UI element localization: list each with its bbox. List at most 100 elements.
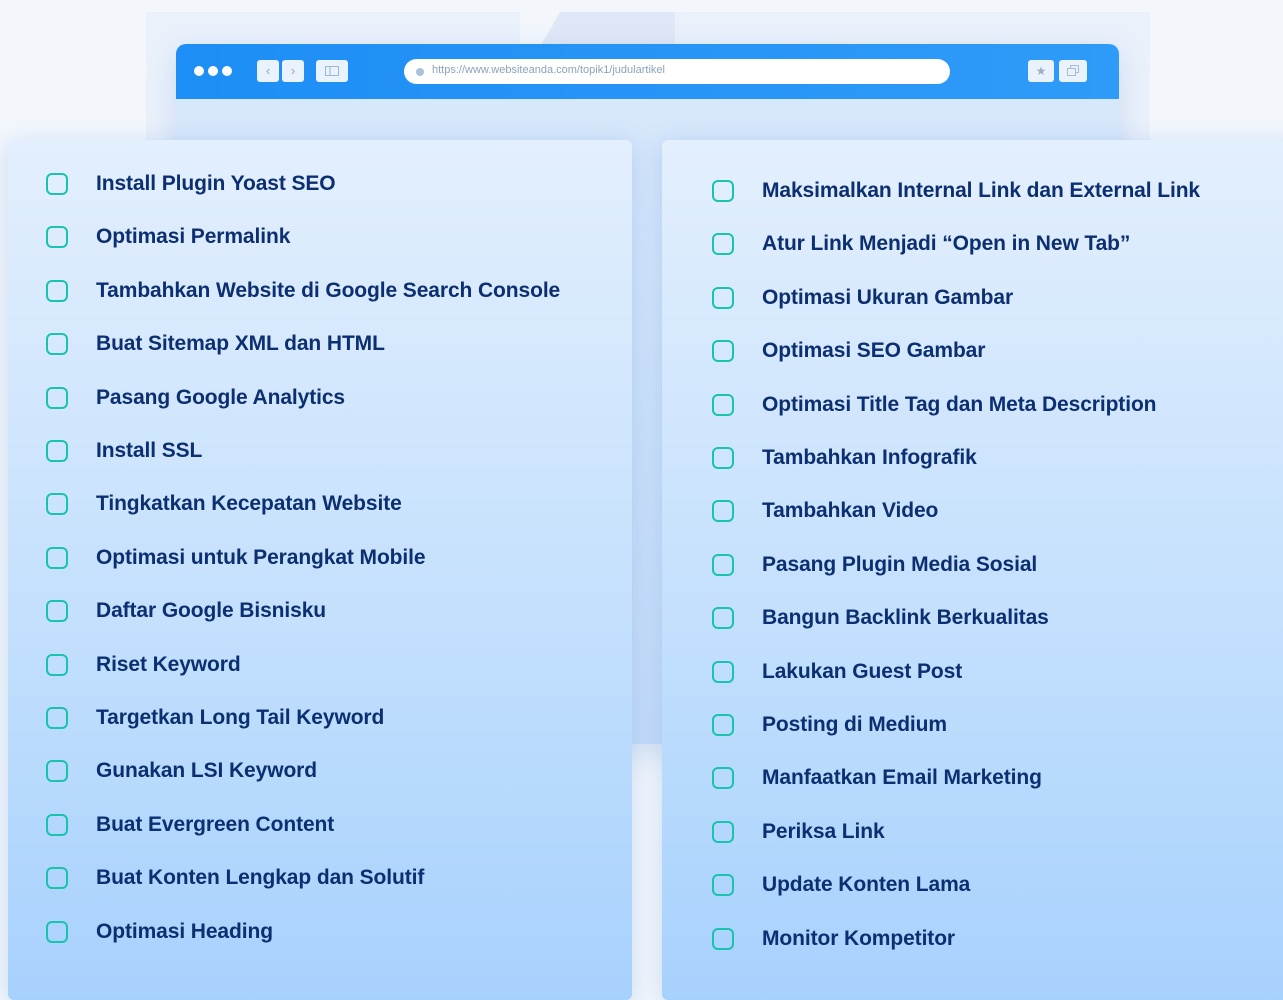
checkbox-icon[interactable] xyxy=(46,600,68,623)
checkbox-icon[interactable] xyxy=(712,927,734,950)
checkbox-icon[interactable] xyxy=(712,660,734,683)
checklist-item-label: Bangun Backlink Berkualitas xyxy=(762,606,1049,630)
checklist-card-left: Install Plugin Yoast SEO Optimasi Permali… xyxy=(8,140,632,1000)
checkbox-icon[interactable] xyxy=(46,440,68,462)
checklist-card-right: Maksimalkan Internal Link dan External L… xyxy=(662,140,1283,1000)
checklist-item[interactable]: Buat Sitemap XML dan HTML xyxy=(46,326,385,362)
checklist-item-label: Tambahkan Infografik xyxy=(762,446,977,469)
star-icon[interactable]: ★ xyxy=(1028,60,1054,82)
address-bar[interactable]: https://www.websiteanda.com/topik1/judul… xyxy=(404,59,950,84)
checkbox-icon[interactable] xyxy=(712,820,734,843)
checklist-item-label: Optimasi Ukuran Gambar xyxy=(762,285,1014,309)
checklist-item-label: Gunakan LSI Keyword xyxy=(96,759,317,783)
checklist-item-label: Pasang Google Analytics xyxy=(96,385,345,409)
checklist-item[interactable]: Tambahkan Infografik xyxy=(712,440,977,476)
checkbox-icon[interactable] xyxy=(46,653,68,676)
checkbox-icon[interactable] xyxy=(46,760,68,783)
checkbox-icon[interactable] xyxy=(46,920,68,943)
checkbox-icon[interactable] xyxy=(46,813,68,836)
checkbox-icon[interactable] xyxy=(46,546,68,569)
checklist-item-label: Install SSL xyxy=(96,439,203,462)
checklist-item[interactable]: Optimasi Permalink xyxy=(46,219,290,255)
checklist-item-label: Buat Sitemap XML dan HTML xyxy=(96,332,385,356)
checklist-item[interactable]: Pasang Plugin Media Sosial xyxy=(712,547,1037,583)
checklist-item-label: Atur Link Menjadi “Open in New Tab” xyxy=(762,232,1131,256)
checklist-item[interactable]: Tambahkan Video xyxy=(712,493,938,529)
checklist-item[interactable]: Optimasi SEO Gambar xyxy=(712,333,985,369)
checklist-item[interactable]: Targetkan Long Tail Keyword xyxy=(46,700,384,736)
checklist-item[interactable]: Lakukan Guest Post xyxy=(712,654,962,690)
checklist-item[interactable]: Buat Konten Lengkap dan Solutif xyxy=(46,860,424,896)
checklist-item[interactable]: Pasang Google Analytics xyxy=(46,380,345,416)
checkbox-icon[interactable] xyxy=(712,767,734,790)
checklist-item[interactable]: Optimasi Ukuran Gambar xyxy=(712,280,1013,316)
checklist-item[interactable]: Atur Link Menjadi “Open in New Tab” xyxy=(712,226,1130,262)
checkbox-icon[interactable] xyxy=(46,386,68,409)
checklist-item[interactable]: Periksa Link xyxy=(712,814,885,850)
checkbox-icon[interactable] xyxy=(46,493,68,516)
window-icon[interactable] xyxy=(1059,60,1087,82)
checkbox-icon[interactable] xyxy=(712,500,734,523)
checklist-item-label: Maksimalkan Internal Link dan External L… xyxy=(762,179,1201,202)
checklist-item-label: Optimasi SEO Gambar xyxy=(762,339,986,363)
checklist-item-label: Optimasi untuk Perangkat Mobile xyxy=(96,545,426,569)
checklist-item[interactable]: Manfaatkan Email Marketing xyxy=(712,760,1042,796)
checklist-item-label: Pasang Plugin Media Sosial xyxy=(762,552,1038,576)
checklist-item-label: Posting di Medium xyxy=(762,713,947,736)
checklist-item[interactable]: Gunakan LSI Keyword xyxy=(46,753,317,789)
checkbox-icon[interactable] xyxy=(46,173,68,195)
checklist-item-label: Lakukan Guest Post xyxy=(762,659,963,683)
checkbox-icon[interactable] xyxy=(46,333,68,356)
checklist-item-label: Manfaatkan Email Marketing xyxy=(762,766,1042,790)
sidebar-icon[interactable] xyxy=(316,60,348,82)
checkbox-icon[interactable] xyxy=(712,233,734,256)
checklist-item[interactable]: Daftar Google Bisnisku xyxy=(46,593,326,629)
checkbox-icon[interactable] xyxy=(712,393,734,416)
checklist-item[interactable]: Install SSL xyxy=(46,433,202,469)
checklist-item-label: Optimasi Permalink xyxy=(96,225,291,249)
checklist-item[interactable]: Monitor Kompetitor xyxy=(712,921,955,957)
checkbox-icon[interactable] xyxy=(46,226,68,249)
checklist-item-label: Optimasi Title Tag dan Meta Description xyxy=(762,392,1157,416)
window-dots-icon[interactable] xyxy=(194,66,232,76)
checklist-item-label: Monitor Kompetitor xyxy=(762,926,956,950)
browser-toolbar: ‹ › https://www.websiteanda.com/topik1/j… xyxy=(176,44,1119,99)
checklist-item-label: Buat Konten Lengkap dan Solutif xyxy=(96,866,425,890)
checklist-item[interactable]: Tambahkan Website di Google Search Conso… xyxy=(46,273,560,309)
checklist-item-label: Targetkan Long Tail Keyword xyxy=(96,706,385,729)
checklist-item[interactable]: Optimasi untuk Perangkat Mobile xyxy=(46,540,426,576)
checklist-item[interactable]: Posting di Medium xyxy=(712,707,947,743)
lock-dot-icon xyxy=(416,68,424,76)
checklist-item-label: Buat Evergreen Content xyxy=(96,812,335,836)
checklist-item[interactable]: Optimasi Heading xyxy=(46,914,273,950)
checkbox-icon[interactable] xyxy=(712,874,734,897)
checklist-item[interactable]: Riset Keyword xyxy=(46,647,241,683)
checklist-item-label: Tambahkan Video xyxy=(762,499,939,523)
checkbox-icon[interactable] xyxy=(46,279,68,302)
checklist-item-label: Riset Keyword xyxy=(96,652,241,676)
checkbox-icon[interactable] xyxy=(712,180,734,202)
checklist-item[interactable]: Bangun Backlink Berkualitas xyxy=(712,600,1049,636)
back-icon[interactable]: ‹ xyxy=(257,60,279,82)
checkbox-icon[interactable] xyxy=(46,867,68,890)
checkbox-icon[interactable] xyxy=(712,553,734,576)
checkbox-icon[interactable] xyxy=(46,707,68,729)
checklist-item[interactable]: Optimasi Title Tag dan Meta Description xyxy=(712,387,1157,423)
checklist-item[interactable]: Update Konten Lama xyxy=(712,867,970,903)
checklist-item-label: Daftar Google Bisnisku xyxy=(96,599,327,623)
checkbox-icon[interactable] xyxy=(712,607,734,630)
checkbox-icon[interactable] xyxy=(712,447,734,469)
checklist-item[interactable]: Buat Evergreen Content xyxy=(46,807,334,843)
checkbox-icon[interactable] xyxy=(712,286,734,309)
url-text: https://www.websiteanda.com/topik1/judul… xyxy=(432,64,665,76)
checkbox-icon[interactable] xyxy=(712,714,734,736)
checkbox-icon[interactable] xyxy=(712,340,734,363)
checklist-item[interactable]: Install Plugin Yoast SEO xyxy=(46,166,336,202)
checklist-item[interactable]: Tingkatkan Kecepatan Website xyxy=(46,486,402,522)
checklist-item-label: Install Plugin Yoast SEO xyxy=(96,172,336,195)
checklist-item-label: Tambahkan Website di Google Search Conso… xyxy=(96,278,561,302)
forward-icon[interactable]: › xyxy=(282,60,304,82)
checklist-item-label: Periksa Link xyxy=(762,819,885,843)
checklist-item-label: Tingkatkan Kecepatan Website xyxy=(96,492,402,516)
checklist-item[interactable]: Maksimalkan Internal Link dan External L… xyxy=(712,173,1200,209)
